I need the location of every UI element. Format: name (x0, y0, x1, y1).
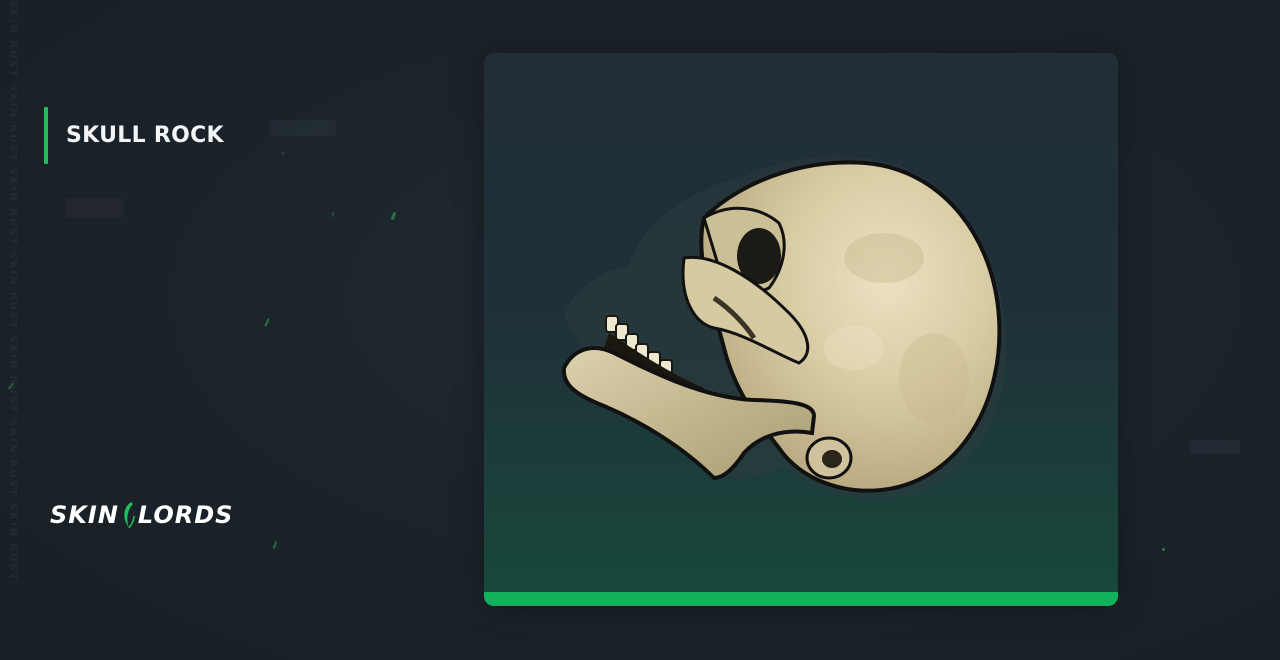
background-speck (272, 540, 278, 550)
background-placeholder (270, 120, 336, 136)
background-speck (390, 211, 397, 221)
logo-text-right: LORDS (137, 501, 234, 529)
item-title: SKULL ROCK (66, 123, 224, 148)
logo-text-left: SKIN (50, 501, 119, 529)
background-speck (1162, 548, 1165, 551)
skinlords-logo: SKIN LORDS (50, 500, 233, 530)
item-card (484, 53, 1118, 606)
card-accent-bar (484, 592, 1118, 606)
background-speck (264, 317, 270, 328)
background-speck (282, 152, 284, 155)
background-placeholder (1190, 440, 1240, 454)
background-placeholder (66, 198, 124, 218)
skull-icon (561, 156, 1006, 501)
item-title-block: SKULL ROCK (44, 107, 224, 164)
blade-icon (120, 500, 136, 530)
background-watermark: SKIN RUST SKIN RUST SKIN RUST SKIN RUST … (7, 0, 18, 582)
background-speck (332, 212, 334, 217)
title-accent-bar (44, 107, 48, 164)
